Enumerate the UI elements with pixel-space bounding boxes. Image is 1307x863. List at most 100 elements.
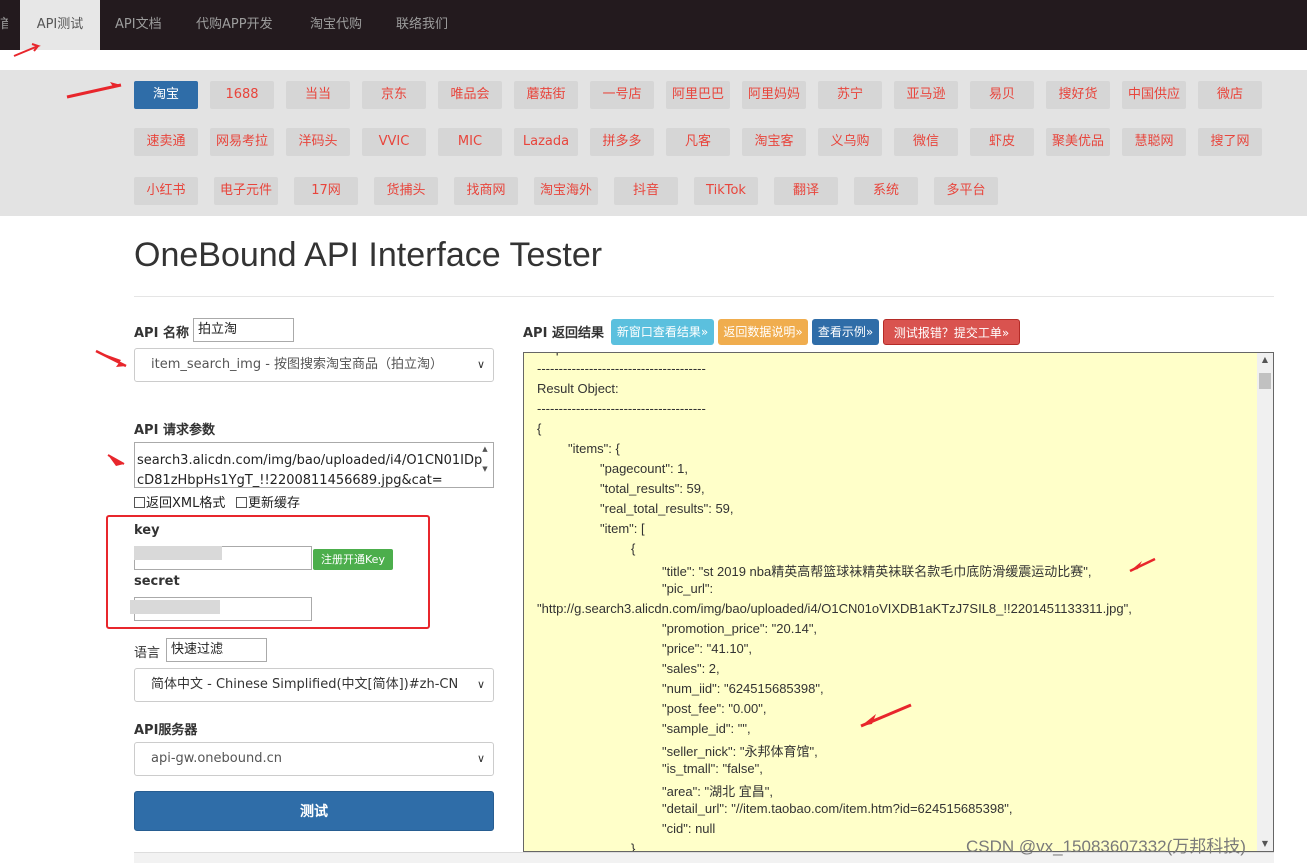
chevron-down-icon: ∨ <box>476 752 485 765</box>
platform-tab[interactable]: 当当 <box>286 81 350 109</box>
server-select[interactable]: api-gw.onebound.cn ∨ <box>134 742 494 776</box>
result-line: "cid": null <box>662 821 716 836</box>
api-name-filter-input[interactable]: 拍立淘 <box>193 318 294 342</box>
platform-tab-taobao[interactable]: 淘宝 <box>134 81 198 109</box>
view-example-button[interactable]: 查看示例» <box>812 319 879 345</box>
platform-tab[interactable]: 系统 <box>854 177 918 205</box>
xml-checkbox[interactable]: 返回XML格式 <box>134 492 225 511</box>
platform-tab[interactable]: 淘宝海外 <box>534 177 598 205</box>
textarea-scrollbar[interactable]: ▲ ▼ <box>478 444 492 486</box>
result-scrollbar[interactable]: ▲ ▼ <box>1257 353 1273 851</box>
platform-tab[interactable]: 网易考拉 <box>210 128 274 156</box>
platform-tab[interactable]: 1688 <box>210 81 274 109</box>
nav-item-home[interactable]: 首 <box>0 0 8 50</box>
lang-filter-input[interactable]: 快速过滤 <box>166 638 267 662</box>
platform-tab[interactable]: 搜了网 <box>1198 128 1262 156</box>
platform-tab[interactable]: 一号店 <box>590 81 654 109</box>
platform-tab[interactable]: 多平台 <box>934 177 998 205</box>
platform-tab[interactable]: 找商网 <box>454 177 518 205</box>
platform-tab[interactable]: 货捕头 <box>374 177 438 205</box>
test-button[interactable]: 测试 <box>134 791 494 831</box>
open-new-window-button[interactable]: 新窗口查看结果» <box>611 319 714 345</box>
platform-tab[interactable]: 淘宝客 <box>742 128 806 156</box>
platform-tab[interactable]: 慧聪网 <box>1122 128 1186 156</box>
platform-tab[interactable]: 搜好货 <box>1046 81 1110 109</box>
platform-tab[interactable]: 亚马逊 <box>894 81 958 109</box>
platform-tab[interactable]: 翻译 <box>774 177 838 205</box>
chevron-down-icon: ∨ <box>476 678 485 691</box>
api-select[interactable]: item_search_img - 按图搜索淘宝商品（拍立淘） ∨ <box>134 348 494 382</box>
submit-ticket-button[interactable]: 测试报错？提交工单» <box>883 319 1020 345</box>
platform-tab[interactable]: 速卖通 <box>134 128 198 156</box>
checkbox-box[interactable] <box>134 497 145 508</box>
lang-label: 语言 <box>134 646 161 661</box>
platform-tab[interactable]: TikTok <box>694 177 758 205</box>
platform-tab[interactable]: 苏宁 <box>818 81 882 109</box>
platform-tab[interactable]: 中国供应 <box>1122 81 1186 109</box>
cache-checkbox-label: 更新缓存 <box>248 496 301 511</box>
result-output[interactable]: Elapsed Time: 0.0123 -------------------… <box>523 352 1274 852</box>
result-line: "http://g.search3.alicdn.com/img/bao/upl… <box>537 601 1132 616</box>
result-line: --------------------------------------- <box>537 361 706 376</box>
platform-tab[interactable]: 唯品会 <box>438 81 502 109</box>
platform-tab[interactable]: 阿里妈妈 <box>742 81 806 109</box>
result-line: { <box>537 421 542 436</box>
params-textarea[interactable]: search3.alicdn.com/img/bao/uploaded/i4/O… <box>134 442 494 488</box>
secret-label: secret <box>134 574 180 589</box>
platform-tab[interactable]: 蘑菇街 <box>514 81 578 109</box>
result-line: "area": "湖北 宜昌", <box>662 784 773 799</box>
api-select-value: item_search_img - 按图搜索淘宝商品（拍立淘） <box>151 357 444 372</box>
platform-tab[interactable]: 抖音 <box>614 177 678 205</box>
register-key-button[interactable]: 注册开通Key <box>313 549 393 570</box>
result-label: API 返回结果 <box>523 326 604 341</box>
top-navbar: 首 API测试 API文档 代购APP开发 淘宝代购 联络我们 <box>0 0 1307 50</box>
platform-tab[interactable]: 聚美优品 <box>1046 128 1110 156</box>
platform-tab[interactable]: 拼多多 <box>590 128 654 156</box>
annotation-arrow-icon <box>66 82 122 99</box>
nav-item-contact[interactable]: 联络我们 <box>396 0 448 50</box>
platform-tab[interactable]: 义乌购 <box>818 128 882 156</box>
checkbox-box[interactable] <box>236 497 247 508</box>
language-select[interactable]: 简体中文 - Chinese Simplified(中文[简体])#zh-CN … <box>134 668 494 702</box>
platform-tab[interactable]: 小红书 <box>134 177 198 205</box>
watermark: CSDN @vx_15083607332(万邦科技) <box>966 837 1246 856</box>
nav-item-taobao-proxy[interactable]: 淘宝代购 <box>310 0 362 50</box>
result-line: "num_iid": "624515685398", <box>662 681 824 696</box>
platform-tab[interactable]: 虾皮 <box>970 128 1034 156</box>
annotation-arrow-icon <box>107 454 125 466</box>
server-select-value: api-gw.onebound.cn <box>151 751 282 766</box>
api-name-label: API 名称 <box>134 326 189 341</box>
result-line-cutoff: Elapsed Time: 0.0123 <box>537 353 663 356</box>
data-description-button[interactable]: 返回数据说明» <box>718 319 808 345</box>
platform-tab[interactable]: 微信 <box>894 128 958 156</box>
platform-tab[interactable]: 阿里巴巴 <box>666 81 730 109</box>
result-line: "is_tmall": "false", <box>662 761 763 776</box>
platform-tab[interactable]: 17网 <box>294 177 358 205</box>
result-line: "detail_url": "//item.taobao.com/item.ht… <box>662 801 1013 816</box>
redacted-key <box>134 546 222 560</box>
platform-tab[interactable]: Lazada <box>514 128 578 156</box>
result-line: --------------------------------------- <box>537 401 706 416</box>
platform-tab[interactable]: 京东 <box>362 81 426 109</box>
annotation-arrow-icon <box>860 703 912 728</box>
scroll-down-icon[interactable]: ▼ <box>1257 839 1273 848</box>
result-line: "pic_url": <box>662 581 714 596</box>
scrollbar-thumb[interactable] <box>1259 373 1271 389</box>
annotation-arrow-icon <box>95 349 127 368</box>
result-line: "total_results": 59, <box>600 481 705 496</box>
scroll-up-icon[interactable]: ▲ <box>1257 355 1273 364</box>
redacted-secret <box>130 600 220 614</box>
platform-tab[interactable]: VVIC <box>362 128 426 156</box>
result-line: } <box>631 841 636 852</box>
platform-tab[interactable]: 洋码头 <box>286 128 350 156</box>
nav-item-api-docs[interactable]: API文档 <box>115 0 162 50</box>
platform-tab[interactable]: 微店 <box>1198 81 1262 109</box>
result-line: "real_total_results": 59, <box>600 501 734 516</box>
platform-tab[interactable]: 电子元件 <box>214 177 278 205</box>
platform-tab[interactable]: 易贝 <box>970 81 1034 109</box>
nav-item-app-dev[interactable]: 代购APP开发 <box>196 0 273 50</box>
cache-checkbox[interactable]: 更新缓存 <box>236 492 300 511</box>
result-line: "sales": 2, <box>662 661 720 676</box>
platform-tab[interactable]: 凡客 <box>666 128 730 156</box>
platform-tab[interactable]: MIC <box>438 128 502 156</box>
